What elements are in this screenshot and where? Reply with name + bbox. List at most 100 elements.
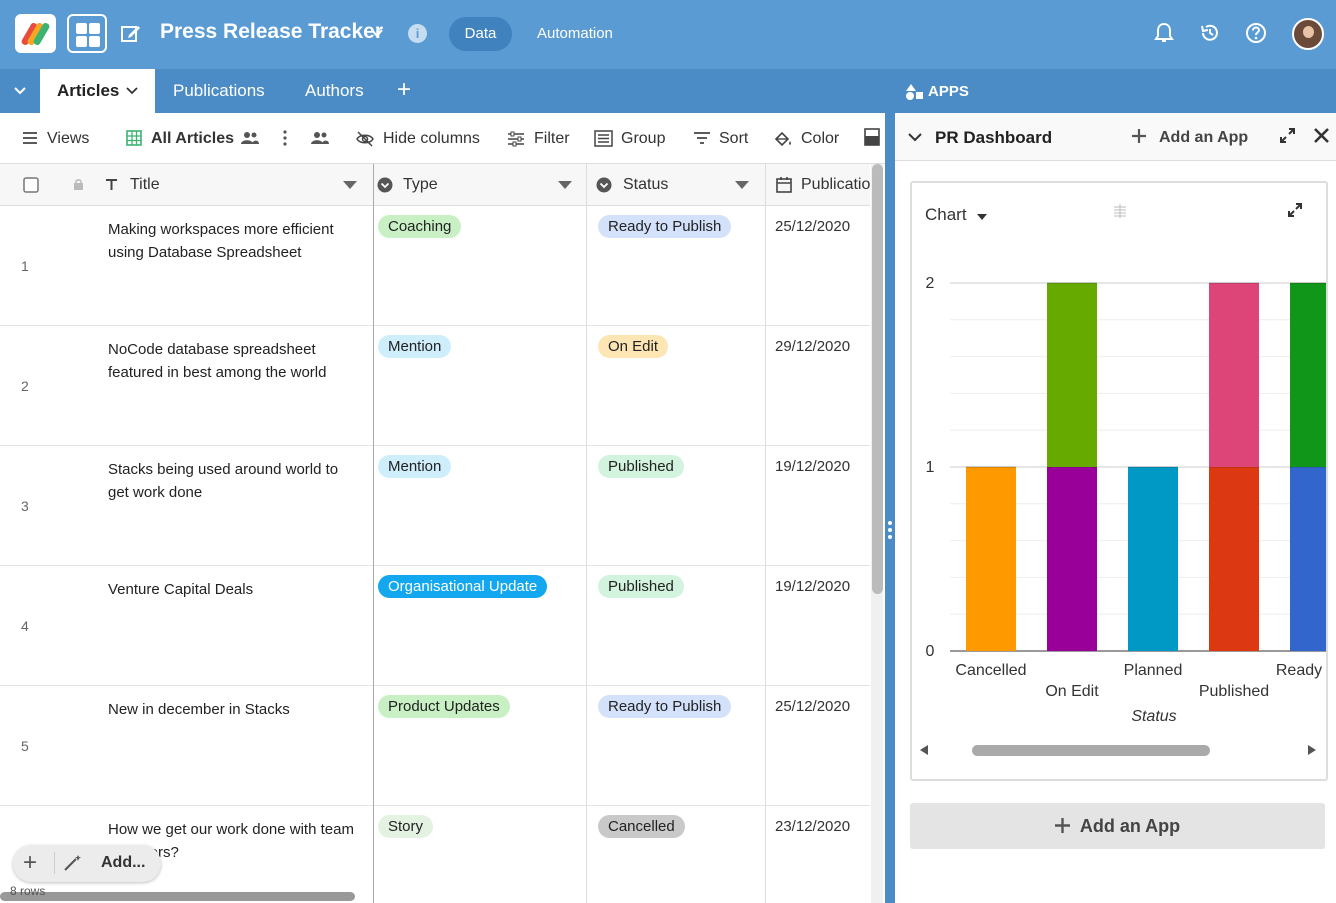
apps-grid-icon[interactable] xyxy=(67,14,107,53)
tab-authors[interactable]: Authors xyxy=(305,69,364,113)
checkbox[interactable] xyxy=(23,177,39,193)
more-options-icon[interactable] xyxy=(282,130,288,146)
caret-down-icon[interactable] xyxy=(558,181,572,189)
user-avatar[interactable] xyxy=(1292,18,1324,50)
publication-date-cell[interactable]: 23/12/2020 xyxy=(775,818,850,835)
table-row[interactable]: 5 New in december in Stacks Product Update… xyxy=(0,686,870,806)
publication-date-cell[interactable]: 19/12/2020 xyxy=(775,458,850,475)
chevron-down-icon[interactable] xyxy=(371,28,383,38)
horizontal-scrollbar[interactable] xyxy=(0,891,360,903)
bell-icon[interactable] xyxy=(1153,22,1175,44)
filter-button[interactable]: Filter xyxy=(507,129,570,149)
status-tag[interactable]: Published xyxy=(598,455,684,478)
title-cell[interactable]: New in december in Stacks xyxy=(108,698,363,721)
status-tag[interactable]: Published xyxy=(598,575,684,598)
calendar-icon xyxy=(776,177,792,193)
title-cell[interactable]: Venture Capital Deals xyxy=(108,578,363,601)
info-icon[interactable]: i xyxy=(408,24,427,43)
table-row[interactable]: 4 Venture Capital Deals Organisational Upd… xyxy=(0,566,870,686)
table-row[interactable]: 3 Stacks being used around world to get w… xyxy=(0,446,870,566)
hide-columns-button[interactable]: Hide columns xyxy=(356,129,480,149)
add-app-large-button[interactable]: Add an App xyxy=(910,803,1325,849)
add-row-button[interactable]: + xyxy=(23,850,37,876)
group-button[interactable]: Group xyxy=(594,129,665,149)
scroll-left-icon[interactable] xyxy=(920,745,928,755)
type-tag[interactable]: Mention xyxy=(378,335,452,358)
tab-articles[interactable]: Articles xyxy=(40,69,155,113)
single-select-icon xyxy=(377,177,393,193)
add-app-button[interactable]: Add an App xyxy=(1159,129,1248,147)
chevron-down-icon[interactable] xyxy=(126,86,138,96)
menu-icon xyxy=(23,132,37,144)
app-title[interactable]: Press Release Tracker xyxy=(160,20,383,44)
column-divider xyxy=(586,164,587,903)
shared-view-icon xyxy=(241,132,259,144)
bar-segment xyxy=(1209,467,1259,651)
dashboard-title[interactable]: PR Dashboard xyxy=(935,128,1052,148)
type-tag[interactable]: Product Updates xyxy=(378,695,510,718)
row-number: 5 xyxy=(21,738,29,754)
chart-scrollbar[interactable] xyxy=(920,743,1320,756)
table-tabs: Articles Publications Authors + xyxy=(0,69,885,113)
column-header-title[interactable]: Title xyxy=(0,164,373,206)
single-select-icon xyxy=(596,177,612,193)
status-bar-chart: 0 1 2 Cancelled On Edit Planned Published Ready… xyxy=(926,275,1326,725)
type-tag[interactable]: Story xyxy=(378,815,434,838)
title-cell[interactable]: NoCode database spreadsheet featured in … xyxy=(108,338,363,384)
chevron-down-icon[interactable] xyxy=(908,132,922,142)
publication-date-cell[interactable]: 25/12/2020 xyxy=(775,698,850,715)
history-icon[interactable] xyxy=(1199,22,1221,44)
publication-date-cell[interactable]: 25/12/2020 xyxy=(775,218,850,235)
table-row[interactable]: 1 Making workspaces more efficient using … xyxy=(0,206,870,326)
nav-data[interactable]: Data xyxy=(449,17,512,51)
app-logo[interactable] xyxy=(15,14,56,53)
add-row-bar[interactable]: + Add... xyxy=(13,845,161,882)
status-tag[interactable]: Cancelled xyxy=(598,815,685,838)
edit-icon[interactable] xyxy=(121,23,141,43)
close-icon[interactable] xyxy=(1314,128,1329,143)
scroll-right-icon[interactable] xyxy=(1308,745,1316,755)
column-header-status[interactable]: Status xyxy=(587,164,765,206)
type-tag[interactable]: Mention xyxy=(378,455,452,478)
expand-icon[interactable] xyxy=(1280,128,1295,143)
publication-date-cell[interactable]: 19/12/2020 xyxy=(775,578,850,595)
x-axis-label: Status xyxy=(1131,708,1176,725)
status-tag[interactable]: Ready to Publish xyxy=(598,215,732,238)
title-cell[interactable]: Making workspaces more efficient using D… xyxy=(108,218,363,264)
panel-resize-handle[interactable] xyxy=(885,69,895,903)
row-number: 3 xyxy=(21,498,29,514)
add-table-button[interactable]: + xyxy=(397,78,411,102)
magic-wand-icon[interactable] xyxy=(63,854,83,872)
caret-down-icon[interactable] xyxy=(343,181,357,189)
type-tag[interactable]: Organisational Update xyxy=(378,575,548,598)
tab-publications[interactable]: Publications xyxy=(173,69,265,113)
help-icon[interactable] xyxy=(1245,22,1267,44)
plus-icon xyxy=(1054,818,1070,833)
lock-icon xyxy=(74,179,83,190)
status-tag[interactable]: On Edit xyxy=(598,335,669,358)
views-button[interactable]: Views xyxy=(22,129,89,149)
table-row[interactable]: 2 NoCode database spreadsheet featured in… xyxy=(0,326,870,446)
row-height-icon[interactable] xyxy=(864,128,880,146)
column-header-publication[interactable]: Publication xyxy=(766,164,870,206)
publication-date-cell[interactable]: 29/12/2020 xyxy=(775,338,850,355)
x-tick-label: Cancelled xyxy=(955,662,1026,679)
sort-button[interactable]: Sort xyxy=(693,129,748,149)
vertical-scrollbar[interactable] xyxy=(871,164,883,903)
status-tag[interactable]: Ready to Publish xyxy=(598,695,732,718)
column-divider xyxy=(373,164,374,903)
color-button[interactable]: Color xyxy=(774,129,839,149)
chevron-down-icon[interactable] xyxy=(0,69,40,113)
row-number: 4 xyxy=(21,618,29,634)
collaborators-icon[interactable] xyxy=(311,131,329,145)
paint-bucket-icon xyxy=(774,131,791,147)
bar-segment xyxy=(1209,283,1259,467)
nav-automation[interactable]: Automation xyxy=(537,25,613,42)
column-header-type[interactable]: Type xyxy=(374,164,586,206)
group-icon xyxy=(594,130,613,147)
title-cell[interactable]: Stacks being used around world to get wo… xyxy=(108,458,363,504)
filter-icon xyxy=(508,131,524,147)
type-tag[interactable]: Coaching xyxy=(378,215,462,238)
caret-down-icon[interactable] xyxy=(735,181,749,189)
view-selector[interactable]: All Articles xyxy=(126,129,234,149)
